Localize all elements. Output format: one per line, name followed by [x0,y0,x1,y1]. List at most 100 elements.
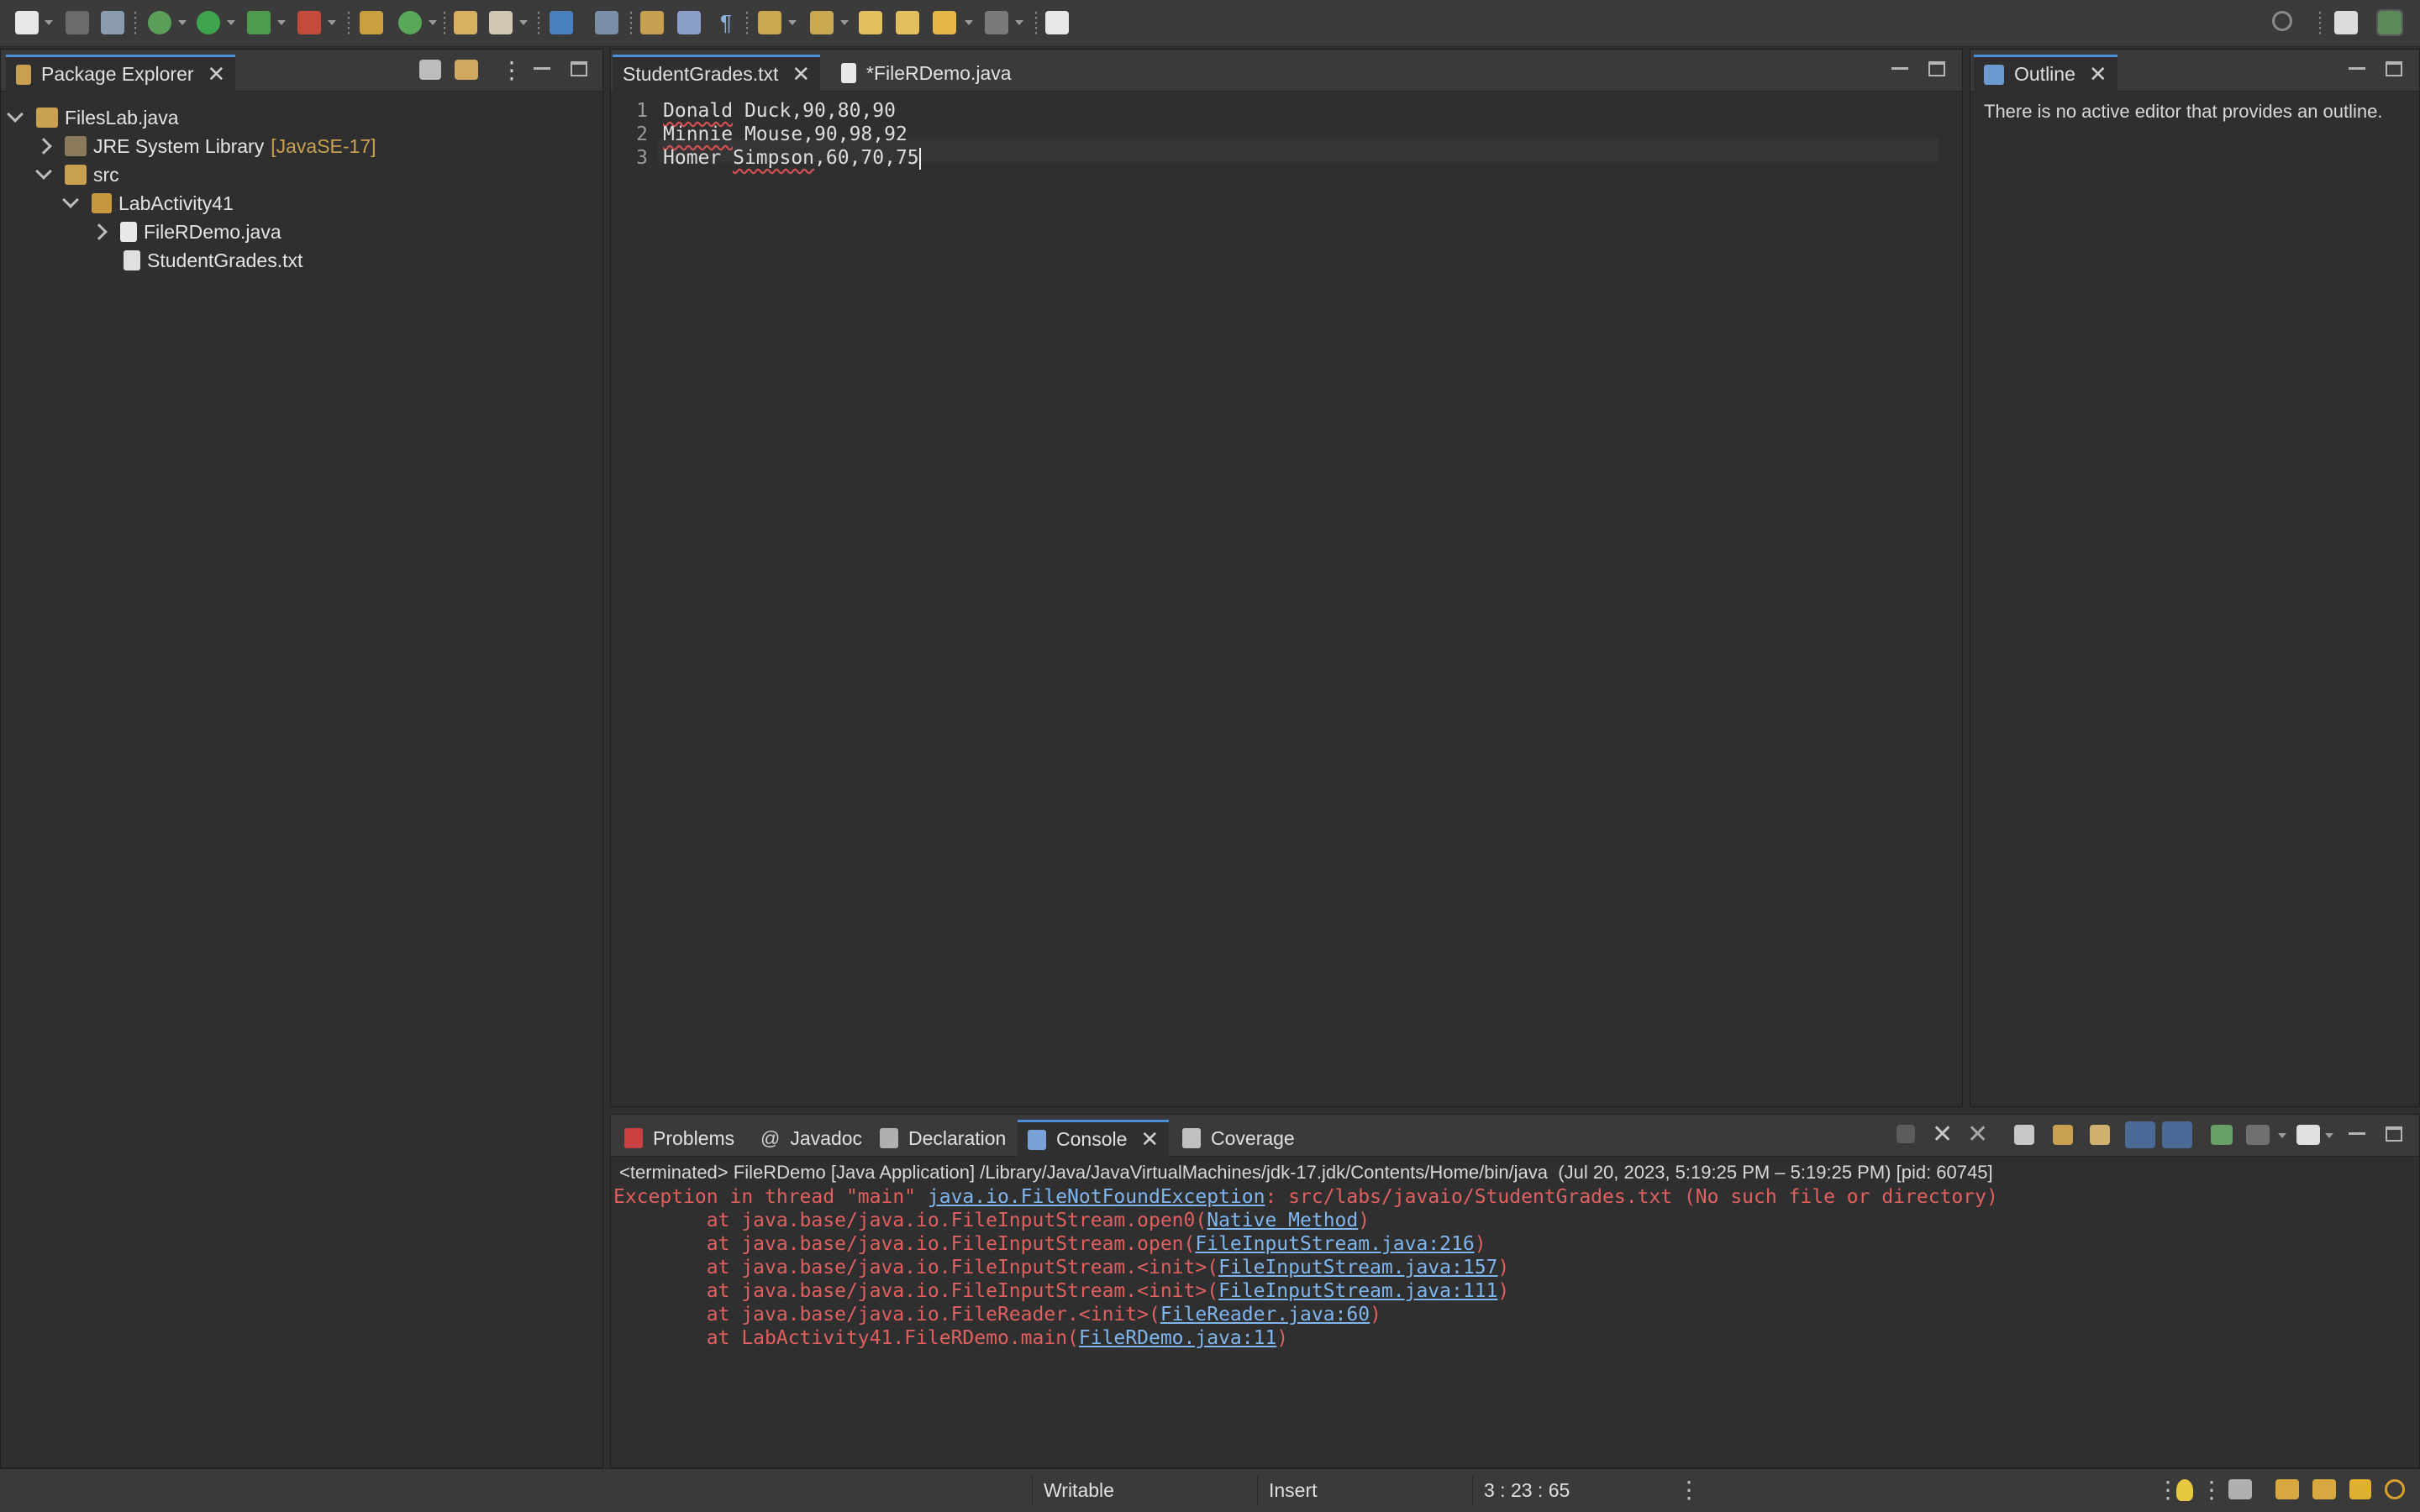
forward-icon[interactable] [985,11,1008,34]
close-icon[interactable]: ✕ [1140,1126,1159,1152]
tab-console[interactable]: Console ✕ [1018,1120,1170,1157]
remove-launch-icon[interactable]: ✕ [1932,1120,1953,1149]
close-icon[interactable]: ✕ [208,61,226,87]
minimize-icon[interactable] [1891,61,1908,70]
tree-item-jre-library[interactable]: JRE System Library [JavaSE-17] [35,132,376,160]
search-icon[interactable] [489,11,513,34]
tree-item-src[interactable]: src [35,160,119,189]
tab-problems[interactable]: Problems [614,1120,744,1157]
save-all-icon[interactable] [101,11,124,34]
tab-filerdemo[interactable]: *FileRDemo.java [831,55,1022,92]
text-editor-area[interactable]: 1 Donald Duck,90,80,90 2 Minnie Mouse,90… [611,92,1962,1106]
toggle-word-wrap-icon[interactable] [677,11,701,34]
pin-editor-icon[interactable] [1045,11,1069,34]
new-dropdown-arrow[interactable] [45,20,53,25]
chevron-down-icon[interactable] [62,192,79,208]
external-tools-icon[interactable] [297,11,321,34]
forward-dropdown-arrow[interactable] [1015,20,1023,25]
status-cursor-position[interactable]: 3 : 23 : 65 [1484,1479,1570,1502]
maximize-icon[interactable] [2386,1126,2402,1142]
display-console-dropdown-arrow[interactable] [2278,1133,2286,1138]
quick-search-icon[interactable] [2272,11,2292,31]
tab-declaration[interactable]: Declaration [870,1120,1016,1157]
tree-item-filerdemo[interactable]: FileRDemo.java [91,218,281,246]
tab-outline[interactable]: Outline ✕ [1974,55,2118,92]
tree-item-studentgrades[interactable]: StudentGrades.txt [124,246,302,275]
chevron-right-icon[interactable] [91,223,108,240]
next-annotation-icon[interactable] [758,11,781,34]
previous-annotation-dropdown-arrow[interactable] [840,20,849,25]
tutorial-icon[interactable] [2312,1479,2336,1499]
toggle-mark-occurrences-icon[interactable] [550,11,573,34]
back-dropdown-arrow[interactable] [965,20,973,25]
status-menu-icon[interactable]: ⋮ [2200,1476,2223,1504]
run-dropdown-arrow[interactable] [227,20,235,25]
debug-dropdown-arrow[interactable] [178,20,187,25]
minimize-icon[interactable] [2349,61,2365,70]
show-whitespace-icon[interactable]: ¶ [714,11,738,34]
close-icon[interactable]: ✕ [2089,61,2107,87]
debug-icon[interactable] [148,11,171,34]
toggle-breadcrumb-icon[interactable] [640,11,664,34]
coverage-run-icon[interactable] [247,11,271,34]
collapse-all-icon[interactable] [419,60,441,80]
run-icon[interactable] [197,11,220,34]
open-book-icon[interactable] [2275,1479,2299,1499]
status-insert-mode[interactable]: Insert [1269,1479,1318,1502]
tab-studentgrades[interactable]: StudentGrades.txt ✕ [613,55,821,92]
link-with-editor-icon[interactable] [455,60,478,80]
tab-package-explorer[interactable]: Package Explorer ✕ [6,55,236,92]
open-console-icon[interactable] [2296,1125,2320,1145]
remove-all-terminated-icon[interactable]: ✕ [1967,1120,1988,1149]
open-type-icon[interactable] [454,11,477,34]
minimize-icon[interactable] [534,61,550,70]
pin-console-icon[interactable] [2211,1125,2233,1145]
stack-source-link[interactable]: FileRDemo.java:11 [1079,1327,1276,1349]
previous-annotation-icon[interactable] [810,11,834,34]
new-java-package-icon[interactable] [360,11,383,34]
last-edit-location-icon[interactable] [859,11,882,34]
next-edit-location-icon[interactable] [896,11,919,34]
status-menu-icon[interactable]: ⋮ [1677,1476,1701,1504]
chevron-down-icon[interactable] [35,163,52,180]
next-annotation-dropdown-arrow[interactable] [788,20,797,25]
display-selected-console-icon[interactable] [2246,1125,2270,1145]
new-java-class-icon[interactable] [398,11,422,34]
exception-class-link[interactable]: java.io.FileNotFoundException [928,1186,1265,1208]
new-class-dropdown-arrow[interactable] [429,20,437,25]
stack-source-link[interactable]: FileInputStream.java:216 [1195,1233,1474,1255]
external-tools-dropdown-arrow[interactable] [328,20,336,25]
maximize-icon[interactable] [571,61,587,76]
toggle-block-selection-icon[interactable] [595,11,618,34]
stack-source-link[interactable]: FileInputStream.java:157 [1218,1257,1497,1278]
tab-coverage[interactable]: Coverage [1172,1120,1305,1157]
scroll-lock-icon[interactable] [2053,1125,2073,1145]
stack-source-link[interactable]: Native Method [1207,1210,1358,1231]
tree-item-package[interactable]: LabActivity41 [62,189,234,218]
stack-source-link[interactable]: FileReader.java:60 [1160,1304,1370,1326]
chevron-down-icon[interactable] [7,106,24,123]
coverage-dropdown-arrow[interactable] [277,20,286,25]
open-console-dropdown-arrow[interactable] [2325,1133,2333,1138]
new-icon[interactable] [15,11,39,34]
view-menu-icon[interactable]: ⋮ [500,56,523,84]
save-icon[interactable] [66,11,89,34]
java-perspective-icon[interactable] [2376,9,2403,36]
maximize-icon[interactable] [1928,61,1945,76]
open-perspective-icon[interactable] [2334,11,2358,34]
tree-item-project[interactable]: FilesLab.java [7,103,179,132]
wand-icon[interactable] [2349,1479,2371,1499]
stack-source-link[interactable]: FileInputStream.java:111 [1218,1280,1497,1302]
back-icon[interactable] [933,11,956,34]
tab-javadoc[interactable]: @ Javadoc [750,1120,872,1157]
show-console-on-stdout-icon[interactable] [2125,1121,2155,1148]
terminate-icon[interactable] [1897,1125,1915,1143]
show-console-on-stderr-icon[interactable] [2162,1121,2192,1148]
close-icon[interactable]: ✕ [792,61,810,87]
maximize-icon[interactable] [2386,61,2402,76]
help-icon[interactable] [2385,1479,2405,1499]
search-dropdown-arrow[interactable] [519,20,528,25]
chevron-right-icon[interactable] [35,138,52,155]
undo-icon[interactable] [2228,1479,2252,1499]
tip-of-day-icon[interactable] [2176,1479,2193,1501]
